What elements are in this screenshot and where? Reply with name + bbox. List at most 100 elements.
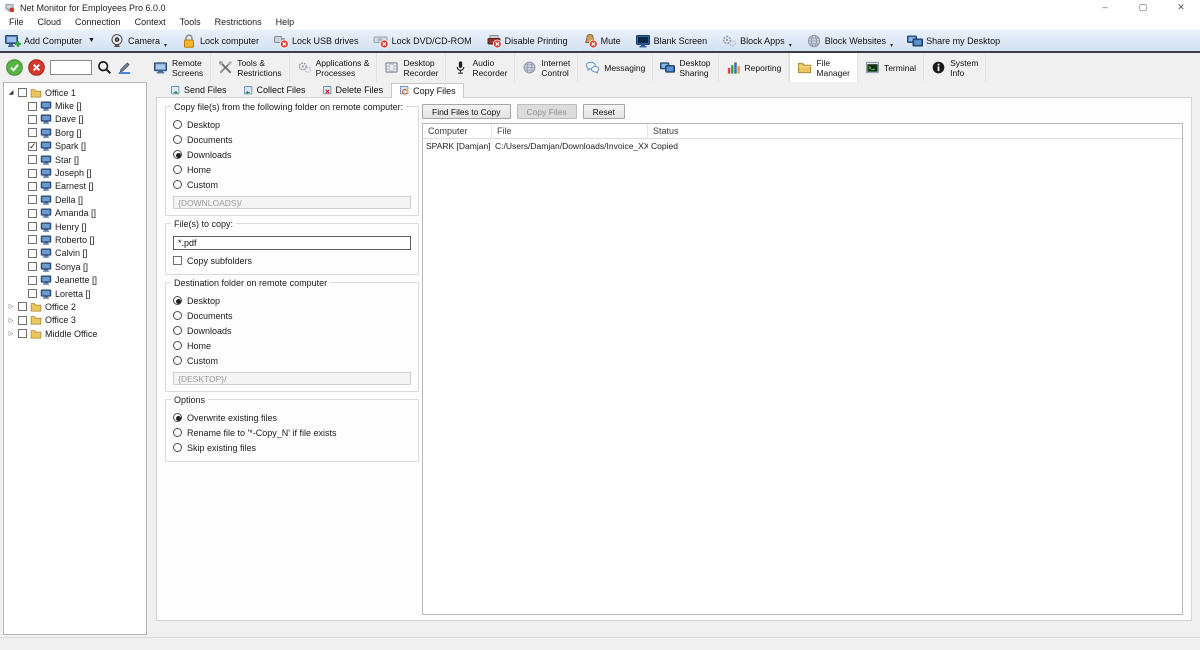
camera-button[interactable]: Camera ▾ bbox=[109, 33, 167, 49]
tree-group-middle-office[interactable]: ▷ Middle Office bbox=[4, 327, 146, 340]
radio-dest-home[interactable]: Home bbox=[173, 338, 411, 353]
tree-item-sonya[interactable]: Sonya [] bbox=[4, 260, 146, 273]
tab-copy-files[interactable]: Copy Files bbox=[391, 83, 464, 98]
collapse-icon[interactable]: ◢ bbox=[7, 89, 15, 96]
henry-checkbox[interactable] bbox=[28, 222, 37, 231]
radio-skip[interactable]: Skip existing files bbox=[173, 440, 411, 455]
expand-icon[interactable]: ▷ bbox=[7, 317, 15, 324]
radio-icon[interactable] bbox=[173, 135, 182, 144]
tree-item-loretta[interactable]: Loretta [] bbox=[4, 287, 146, 300]
sonya-checkbox[interactable] bbox=[28, 262, 37, 271]
copy-subfolders-row[interactable]: Copy subfolders bbox=[173, 253, 411, 268]
tab-terminal[interactable]: Terminal bbox=[858, 53, 924, 82]
roberto-checkbox[interactable] bbox=[28, 235, 37, 244]
radio-source-desktop[interactable]: Desktop bbox=[173, 117, 411, 132]
spark-checkbox[interactable] bbox=[28, 142, 37, 151]
menu-connection[interactable]: Connection bbox=[68, 15, 128, 29]
copy-subfolders-checkbox[interactable] bbox=[173, 256, 182, 265]
tree-item-amanda[interactable]: Amanda [] bbox=[4, 207, 146, 220]
radio-source-custom[interactable]: Custom bbox=[173, 177, 411, 192]
radio-icon[interactable] bbox=[173, 296, 182, 305]
tab-send-files[interactable]: Send Files bbox=[162, 82, 235, 97]
blank-screen-button[interactable]: Blank Screen bbox=[635, 33, 708, 49]
tree-item-borg[interactable]: Borg [] bbox=[4, 126, 146, 139]
radio-dest-downloads[interactable]: Downloads bbox=[173, 323, 411, 338]
block-apps-button[interactable]: Block Apps ▾ bbox=[721, 33, 792, 49]
radio-dest-documents[interactable]: Documents bbox=[173, 308, 411, 323]
borg-checkbox[interactable] bbox=[28, 128, 37, 137]
lock-computer-button[interactable]: Lock computer bbox=[181, 33, 259, 49]
joseph-checkbox[interactable] bbox=[28, 169, 37, 178]
find-files-button[interactable]: Find Files to Copy bbox=[422, 104, 511, 119]
radio-icon[interactable] bbox=[173, 120, 182, 129]
tab-delete-files[interactable]: Delete Files bbox=[314, 82, 392, 97]
tab-desktop-sharing[interactable]: DesktopSharing bbox=[653, 53, 718, 82]
tree-group-office2[interactable]: ▷ Office 2 bbox=[4, 300, 146, 313]
earnest-checkbox[interactable] bbox=[28, 182, 37, 191]
loretta-checkbox[interactable] bbox=[28, 289, 37, 298]
file-pattern-input[interactable] bbox=[173, 236, 411, 250]
column-computer[interactable]: Computer bbox=[423, 124, 492, 138]
radio-source-downloads[interactable]: Downloads bbox=[173, 147, 411, 162]
tab-file-manager[interactable]: FileManager bbox=[789, 53, 858, 82]
radio-icon[interactable] bbox=[173, 311, 182, 320]
tree-item-star[interactable]: Star [] bbox=[4, 153, 146, 166]
radio-icon[interactable] bbox=[173, 443, 182, 452]
radio-icon[interactable] bbox=[173, 341, 182, 350]
tab-system-info[interactable]: SystemInfo bbox=[924, 53, 986, 82]
tree-group-office1[interactable]: ◢ Office 1 bbox=[4, 86, 146, 99]
menu-help[interactable]: Help bbox=[269, 15, 302, 29]
copy-files-button[interactable]: Copy Files bbox=[517, 104, 577, 119]
mike-checkbox[interactable] bbox=[28, 102, 37, 111]
mute-button[interactable]: Mute bbox=[582, 33, 621, 49]
menu-file[interactable]: File bbox=[2, 15, 31, 29]
office3-checkbox[interactable] bbox=[18, 316, 27, 325]
tree-item-della[interactable]: Della [] bbox=[4, 193, 146, 206]
radio-icon[interactable] bbox=[173, 356, 182, 365]
tree-item-calvin[interactable]: Calvin [] bbox=[4, 247, 146, 260]
radio-overwrite[interactable]: Overwrite existing files bbox=[173, 410, 411, 425]
tree-item-joseph[interactable]: Joseph [] bbox=[4, 166, 146, 179]
tab-audio-recorder[interactable]: AudioRecorder bbox=[446, 53, 515, 82]
minimize-icon[interactable]: – bbox=[1086, 0, 1124, 15]
tab-internet-control[interactable]: InternetControl bbox=[515, 53, 578, 82]
add-computer-button[interactable]: Add Computer ▼ bbox=[5, 33, 95, 49]
radio-icon[interactable] bbox=[173, 413, 182, 422]
lock-dvd-button[interactable]: Lock DVD/CD-ROM bbox=[373, 33, 472, 49]
disable-printing-button[interactable]: Disable Printing bbox=[486, 33, 568, 49]
column-status[interactable]: Status bbox=[648, 124, 1182, 138]
menu-restrictions[interactable]: Restrictions bbox=[208, 15, 269, 29]
close-icon[interactable]: ✕ bbox=[1162, 0, 1200, 15]
radio-rename[interactable]: Rename file to '*-Copy_N' if file exists bbox=[173, 425, 411, 440]
tree-item-roberto[interactable]: Roberto [] bbox=[4, 233, 146, 246]
disconnect-button[interactable] bbox=[28, 59, 45, 76]
tab-tools-restrictions[interactable]: Tools &Restrictions bbox=[211, 53, 289, 82]
radio-icon[interactable] bbox=[173, 150, 182, 159]
search-icon[interactable] bbox=[97, 60, 112, 75]
della-checkbox[interactable] bbox=[28, 195, 37, 204]
maximize-icon[interactable]: ▢ bbox=[1124, 0, 1162, 15]
connect-button[interactable] bbox=[6, 59, 23, 76]
radio-dest-desktop[interactable]: Desktop bbox=[173, 293, 411, 308]
expand-icon[interactable]: ▷ bbox=[7, 303, 15, 310]
tree-item-mike[interactable]: Mike [] bbox=[4, 99, 146, 112]
tab-remote-screens[interactable]: RemoteScreens bbox=[146, 53, 211, 82]
tab-messaging[interactable]: Messaging bbox=[578, 53, 653, 82]
search-input[interactable] bbox=[50, 60, 92, 75]
table-row[interactable]: SPARK [Damjan] C:/Users/Damjan/Downloads… bbox=[423, 139, 1182, 153]
expand-icon[interactable]: ▷ bbox=[7, 330, 15, 337]
tab-desktop-recorder[interactable]: DesktopRecorder bbox=[377, 53, 446, 82]
tab-reporting[interactable]: Reporting bbox=[719, 53, 790, 82]
office2-checkbox[interactable] bbox=[18, 302, 27, 311]
lock-usb-button[interactable]: Lock USB drives bbox=[273, 33, 359, 49]
jeanette-checkbox[interactable] bbox=[28, 276, 37, 285]
menu-tools[interactable]: Tools bbox=[173, 15, 208, 29]
radio-icon[interactable] bbox=[173, 326, 182, 335]
radio-dest-custom[interactable]: Custom bbox=[173, 353, 411, 368]
radio-icon[interactable] bbox=[173, 180, 182, 189]
menu-context[interactable]: Context bbox=[128, 15, 173, 29]
menu-cloud[interactable]: Cloud bbox=[31, 15, 69, 29]
tree-item-dave[interactable]: Dave [] bbox=[4, 113, 146, 126]
radio-icon[interactable] bbox=[173, 165, 182, 174]
tab-applications-processes[interactable]: Applications &Processes bbox=[290, 53, 378, 82]
